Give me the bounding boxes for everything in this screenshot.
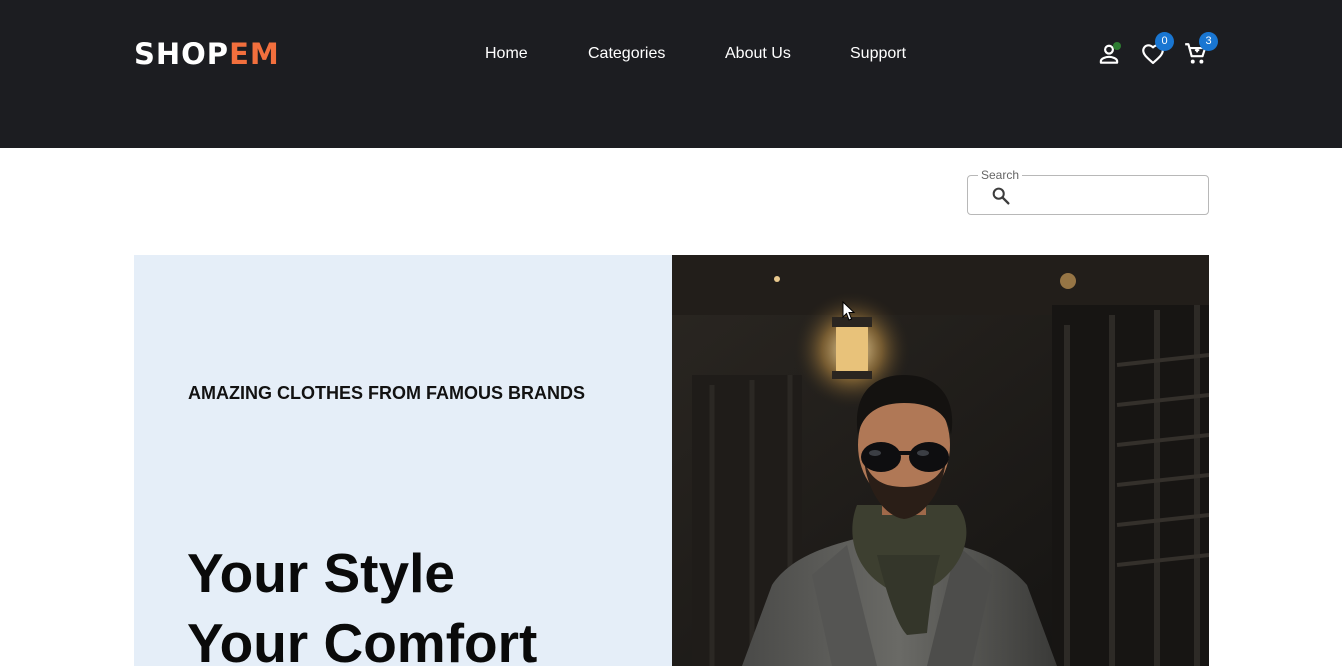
search-field[interactable]: Search bbox=[967, 168, 1209, 215]
search-label: Search bbox=[978, 168, 1023, 182]
wishlist-count-badge: 0 bbox=[1155, 32, 1174, 51]
man-in-sunglasses-photo bbox=[672, 255, 1209, 666]
wishlist-button[interactable]: 0 bbox=[1140, 32, 1174, 67]
hero-tagline: AMAZING CLOTHES FROM FAMOUS BRANDS bbox=[188, 383, 585, 403]
hero-banner: AMAZING CLOTHES FROM FAMOUS BRANDS Your … bbox=[134, 255, 1209, 666]
online-status-dot bbox=[1113, 42, 1121, 50]
nav-link-support[interactable]: Support bbox=[850, 43, 906, 65]
cart-button[interactable]: 3 bbox=[1183, 32, 1218, 67]
hero-title: Your Style Your Comfort bbox=[187, 538, 537, 666]
hero-title-line-1: Your Style bbox=[187, 542, 455, 604]
hero-text-panel: AMAZING CLOTHES FROM FAMOUS BRANDS Your … bbox=[134, 255, 672, 666]
top-header: SHOPEM Home Categories About Us Support … bbox=[0, 0, 1342, 148]
account-button[interactable] bbox=[1096, 41, 1122, 67]
cart-count-badge: 3 bbox=[1199, 32, 1218, 51]
search-input[interactable] bbox=[1020, 182, 1200, 208]
hero-title-line-2: Your Comfort bbox=[187, 612, 538, 666]
hero-image bbox=[672, 255, 1209, 666]
nav-link-categories[interactable]: Categories bbox=[588, 43, 665, 65]
nav-link-home[interactable]: Home bbox=[485, 43, 528, 65]
nav-link-about-us[interactable]: About Us bbox=[725, 43, 791, 65]
search-icon bbox=[992, 187, 1010, 205]
